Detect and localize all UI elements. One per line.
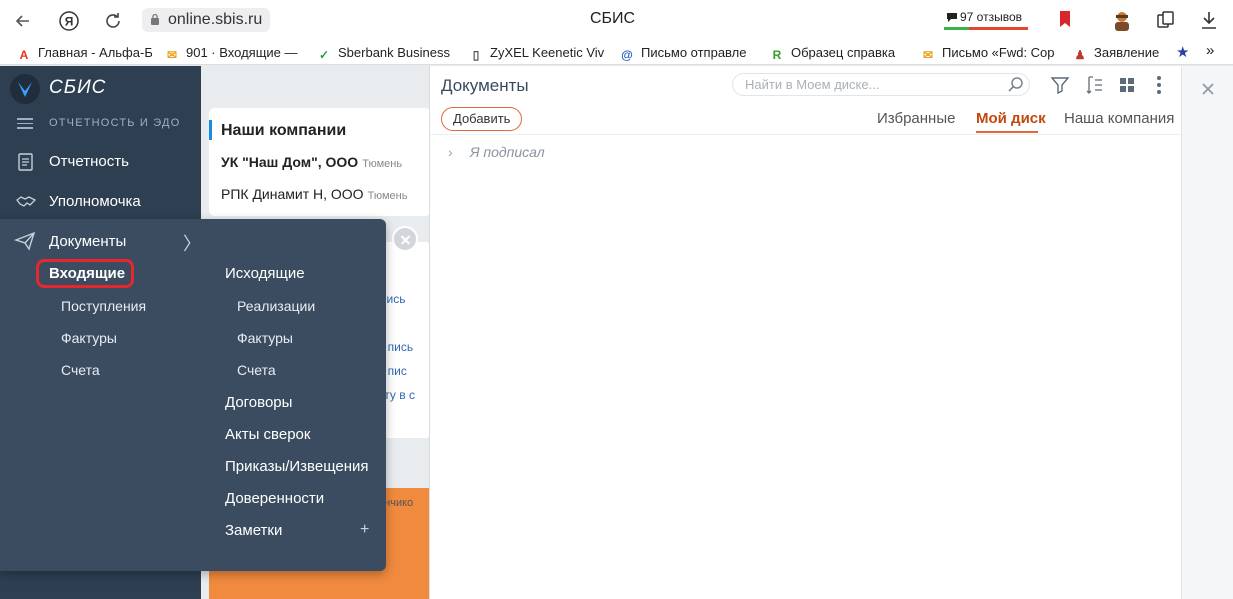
divider bbox=[430, 134, 1182, 135]
browser-toolbar: Я online.sbis.ru СБИС 97 отзывов bbox=[0, 0, 1233, 42]
filter-icon[interactable] bbox=[1049, 74, 1071, 96]
comment-icon bbox=[947, 13, 957, 22]
menu-icon[interactable] bbox=[17, 118, 33, 129]
search-icon[interactable] bbox=[1007, 76, 1025, 94]
collections-icon[interactable] bbox=[1156, 10, 1176, 36]
menu-item-incoming[interactable]: Входящие bbox=[49, 265, 125, 282]
sber-icon: ✓ bbox=[318, 48, 330, 62]
folder-row[interactable]: › Я подписал bbox=[448, 144, 545, 164]
companies-card: Наши компании УК "Наш Дом", ООО Тюмень РП… bbox=[209, 108, 431, 216]
sidebar-item-reporting[interactable]: Отчетность bbox=[0, 144, 201, 180]
sidebar-item-label: Отчетность bbox=[49, 153, 129, 170]
menu-item-outgoing-bills[interactable]: Счета bbox=[237, 362, 276, 378]
menu-item-outgoing[interactable]: Исходящие bbox=[225, 265, 305, 282]
sidebar-item-authority[interactable]: Уполномочка bbox=[0, 184, 201, 220]
companies-title: Наши компании bbox=[221, 122, 347, 139]
bookmark-item[interactable]: ♟ Заявление bbox=[1072, 45, 1164, 62]
tab-our-company[interactable]: Наша компания bbox=[1064, 110, 1174, 127]
page-icon: ▯ bbox=[472, 48, 480, 62]
folder-label: Я подписал bbox=[470, 144, 545, 160]
menu-item-sales[interactable]: Реализации bbox=[237, 298, 315, 314]
back-arrow-icon[interactable] bbox=[12, 10, 34, 32]
menu-item-reconciliations[interactable]: Акты сверок bbox=[225, 426, 310, 443]
add-button[interactable]: Добавить bbox=[441, 107, 523, 131]
download-icon[interactable] bbox=[1200, 10, 1218, 36]
bookmark-item[interactable]: ✓ Sberbank Business bbox=[316, 45, 454, 62]
menu-item-contracts[interactable]: Договоры bbox=[225, 394, 292, 411]
flyout-close-icon[interactable] bbox=[392, 226, 418, 252]
mail-at-icon: @ bbox=[621, 48, 633, 62]
handshake-icon bbox=[16, 196, 36, 207]
menu-item-incoming-bills[interactable]: Счета bbox=[61, 362, 100, 378]
sort-icon[interactable] bbox=[1084, 74, 1106, 96]
logo-text: СБИС bbox=[49, 77, 107, 98]
gmail-icon: ✉ bbox=[922, 48, 934, 62]
report-icon bbox=[18, 153, 33, 171]
documents-panel: Документы Добавить Избранные Мой диск На… bbox=[429, 66, 1182, 599]
bookmark-item[interactable]: ▯ ZyXEL Keenetic Viv bbox=[468, 45, 608, 62]
reviews-text: 97 отзывов bbox=[960, 10, 1023, 24]
bookmark-item[interactable]: A Главная - Альфа-Б bbox=[16, 45, 152, 62]
add-note-icon[interactable]: + bbox=[360, 521, 369, 539]
sidebar-item-label: Уполномочка bbox=[49, 193, 141, 210]
yandex-icon[interactable]: Я bbox=[58, 10, 80, 32]
sbis-logo-icon bbox=[10, 74, 40, 104]
company-item[interactable]: УК "Наш Дом", ООО Тюмень bbox=[221, 154, 402, 170]
lock-icon bbox=[151, 13, 159, 25]
rating-bar bbox=[944, 27, 1028, 30]
url-text: online.sbis.ru bbox=[168, 11, 263, 28]
company-item[interactable]: РПК Динамит Н, ООО Тюмень bbox=[221, 186, 407, 202]
menu-item-notes[interactable]: Заметки bbox=[225, 522, 282, 539]
more-options-icon[interactable] bbox=[1148, 74, 1170, 96]
search-input[interactable] bbox=[743, 76, 993, 93]
avatar[interactable] bbox=[1110, 8, 1134, 38]
more-bookmarks-icon[interactable]: » bbox=[1206, 42, 1226, 59]
bookmark-item[interactable]: R Образец справка bbox=[769, 45, 905, 62]
menu-item-orders[interactable]: Приказы/Извещения bbox=[225, 458, 369, 475]
bookmark-item[interactable]: ✉ 901 · Входящие — bbox=[164, 45, 300, 62]
page-title: СБИС bbox=[590, 10, 636, 27]
bookmark-item[interactable]: ✉ Письмо «Fwd: Cop bbox=[920, 45, 1056, 62]
menu-item-powers-of-attorney[interactable]: Доверенности bbox=[225, 490, 324, 507]
active-tab-underline bbox=[976, 131, 1038, 133]
menu-item-receipts[interactable]: Поступления bbox=[61, 298, 146, 314]
reviews-badge[interactable]: 97 отзывов bbox=[942, 8, 1030, 30]
chevron-right-icon[interactable]: 〉 bbox=[183, 230, 201, 256]
close-icon[interactable] bbox=[1195, 76, 1221, 102]
grid-view-icon[interactable] bbox=[1116, 74, 1138, 96]
right-panel-strip bbox=[1181, 66, 1233, 599]
bookmarks-bar: A Главная - Альфа-Б ✉ 901 · Входящие — ✓ Sb… bbox=[0, 42, 1233, 65]
flyout-header[interactable]: Документы bbox=[49, 233, 126, 250]
bookmark-flag-icon[interactable] bbox=[1058, 10, 1072, 34]
alfa-icon: A bbox=[19, 48, 29, 62]
tab-my-disk[interactable]: Мой диск bbox=[976, 110, 1046, 127]
star-icon[interactable]: ★ bbox=[1176, 43, 1196, 60]
reload-icon[interactable] bbox=[102, 10, 124, 32]
menu-item-outgoing-invoices[interactable]: Фактуры bbox=[237, 330, 293, 346]
sidebar-subtitle: ОТЧЕТНОСТЬ И ЭДО bbox=[49, 117, 181, 129]
address-bar[interactable]: online.sbis.ru bbox=[142, 8, 271, 32]
documents-flyout: Документы 〉 Входящие Поступления Фактуры… bbox=[0, 219, 386, 571]
svg-text:Я: Я bbox=[65, 15, 74, 29]
chevron-right-icon[interactable]: › bbox=[448, 144, 460, 160]
panel-title: Документы bbox=[441, 76, 529, 95]
menu-item-incoming-invoices[interactable]: Фактуры bbox=[61, 330, 117, 346]
person-icon: ♟ bbox=[1074, 48, 1086, 62]
rub-icon: R bbox=[772, 48, 782, 62]
tab-favorites[interactable]: Избранные bbox=[877, 110, 955, 127]
card-accent bbox=[209, 120, 212, 140]
paper-plane-icon bbox=[14, 231, 36, 251]
search-box[interactable] bbox=[732, 73, 1030, 96]
bookmark-item[interactable]: @ Письмо отправле bbox=[619, 45, 755, 62]
gmail-icon: ✉ bbox=[166, 48, 178, 62]
